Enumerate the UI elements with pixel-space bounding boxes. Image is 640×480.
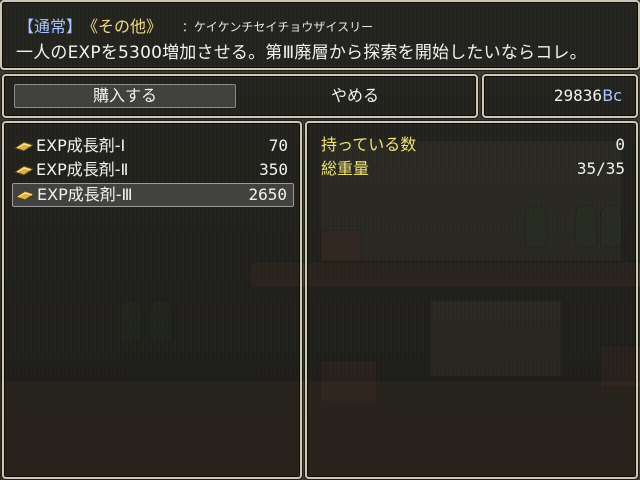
item-price: 2650: [248, 185, 287, 204]
currency-unit: Bc: [602, 86, 622, 105]
gold-amount: 29836: [553, 86, 602, 105]
owned-count-label: 持っている数: [321, 135, 417, 154]
total-weight-row: 総重量 35/35: [321, 157, 625, 181]
owned-count-value: 0: [615, 135, 625, 154]
owned-count-row: 持っている数 0: [321, 133, 625, 157]
command-window: 購入する やめる: [2, 74, 478, 118]
item-row-exp-3[interactable]: EXP成長剤-Ⅲ 2650: [12, 183, 294, 207]
scroll-icon: [14, 165, 34, 176]
item-list-window: EXP成長剤-Ⅰ 70 EXP成長剤-Ⅱ 350 EXP成長剤-Ⅲ 2650: [2, 121, 302, 479]
item-description: 一人のEXPを5300増加させる。第Ⅲ廃層から探索を開始したいならコレ。: [16, 43, 587, 63]
item-price: 70: [268, 136, 288, 155]
help-window: 【通常】 《その他》 ：ケイケンチセイチョウザイスリー 一人のEXPを5300増加さ…: [0, 0, 640, 70]
item-row-exp-1[interactable]: EXP成長剤-Ⅰ 70: [12, 135, 294, 159]
item-category: 【通常】: [18, 17, 83, 36]
help-header: 【通常】 《その他》 ：ケイケンチセイチョウザイスリー: [18, 13, 373, 37]
quit-button[interactable]: やめる: [240, 84, 470, 108]
item-reading: ：ケイケンチセイチョウザイスリー: [182, 20, 374, 34]
buy-button[interactable]: 購入する: [14, 84, 236, 108]
scroll-icon: [14, 141, 34, 152]
item-name: EXP成長剤-Ⅲ: [37, 185, 133, 204]
item-name: EXP成長剤-Ⅱ: [36, 160, 129, 179]
item-type-name: 《その他》: [90, 17, 155, 36]
total-weight-label: 総重量: [321, 159, 370, 178]
item-row-exp-2[interactable]: EXP成長剤-Ⅱ 350: [12, 159, 294, 183]
item-name: EXP成長剤-Ⅰ: [36, 136, 126, 155]
status-window: 持っている数 0 総重量 35/35: [305, 121, 638, 479]
item-price: 350: [259, 160, 288, 179]
total-weight-value: 35/35: [576, 159, 625, 178]
gold-window: 29836 Bc: [482, 74, 638, 118]
scroll-icon: [15, 190, 35, 201]
